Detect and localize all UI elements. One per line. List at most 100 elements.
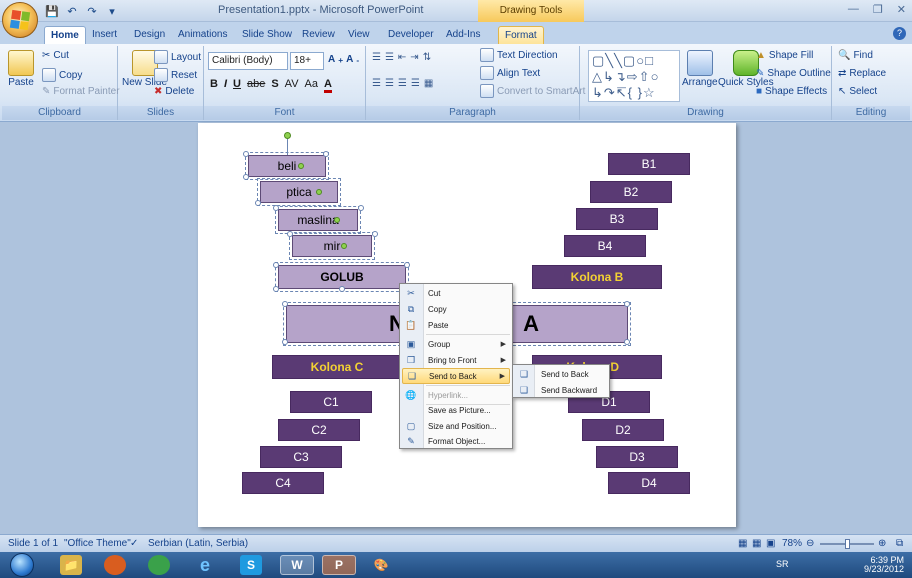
tab-animations[interactable]: Animations <box>172 26 233 44</box>
paint-icon[interactable]: 🎨 <box>364 555 398 575</box>
selection-handle[interactable] <box>273 286 279 292</box>
selection-handle[interactable] <box>372 231 378 237</box>
menu-item-paste[interactable]: 📋 Paste <box>402 317 510 333</box>
cut-button[interactable]: ✂ Cut <box>42 50 69 61</box>
menu-item-size-position[interactable]: ▢ Size and Position... <box>402 418 510 434</box>
shape-beli[interactable]: beli <box>245 152 329 180</box>
font-color-icon[interactable]: A <box>324 78 332 93</box>
tab-format[interactable]: Format <box>498 26 544 44</box>
reset-button[interactable]: Reset <box>154 68 197 82</box>
system-clock[interactable]: 6:39 PM 9/23/2012 <box>864 556 904 574</box>
undo-icon[interactable]: ↶ <box>64 3 80 19</box>
shape-adjust-handle[interactable] <box>316 189 322 195</box>
tab-design[interactable]: Design <box>128 26 171 44</box>
tab-developer[interactable]: Developer <box>382 26 440 44</box>
start-button[interactable] <box>10 553 34 577</box>
shape-kolona-b[interactable]: Kolona B <box>532 265 662 289</box>
rotation-handle[interactable] <box>284 132 291 139</box>
save-icon[interactable]: 💾 <box>44 3 60 19</box>
submenu-item-send-backward[interactable]: ❑ Send Backward <box>515 382 609 398</box>
shape-maslina[interactable]: maslina <box>275 206 361 234</box>
tab-slide-show[interactable]: Slide Show <box>236 26 298 44</box>
shape-ptica[interactable]: ptica <box>257 178 341 206</box>
word-icon[interactable]: W <box>280 555 314 575</box>
tab-home[interactable]: Home <box>44 26 86 44</box>
find-button[interactable]: 🔍 Find <box>838 50 873 61</box>
shapes-gallery[interactable]: ▢╲╲▢○□ △↳↴⇨⇧○ ↳↷↸{ }☆ <box>588 50 680 102</box>
selection-handle[interactable] <box>243 151 249 157</box>
shape-c2[interactable]: C2 <box>278 419 360 441</box>
shape-b1[interactable]: B1 <box>608 153 690 175</box>
normal-view-icon[interactable]: ▦ <box>738 538 747 549</box>
chrome-icon[interactable] <box>148 555 170 575</box>
menu-item-bring-to-front[interactable]: ❒ Bring to Front ▶ <box>402 352 510 368</box>
slideshow-view-icon[interactable]: ▣ <box>766 538 775 549</box>
align-text-button[interactable]: Align Text <box>480 66 540 80</box>
menu-item-group[interactable]: ▣ Group ▶ <box>402 336 510 352</box>
powerpoint-icon[interactable]: P <box>322 555 356 575</box>
selection-handle[interactable] <box>287 231 293 237</box>
selection-handle[interactable] <box>282 301 288 307</box>
underline-icon[interactable]: U <box>233 78 241 93</box>
zoom-out-icon[interactable]: ⊖ <box>806 538 814 549</box>
fit-window-icon[interactable]: ⧉ <box>896 538 903 549</box>
menu-item-cut[interactable]: ✂ Cut <box>402 285 510 301</box>
zoom-slider-thumb[interactable] <box>845 539 850 549</box>
shape-c1[interactable]: C1 <box>290 391 372 413</box>
grow-font-icon[interactable]: A + A- <box>328 54 359 65</box>
layout-button[interactable]: Layout <box>154 50 201 64</box>
align-icons[interactable]: ☰☰☰☰▦ <box>372 78 437 89</box>
minimize-icon[interactable]: — <box>848 3 859 16</box>
shape-d3[interactable]: D3 <box>596 446 678 468</box>
internet-explorer-icon[interactable]: e <box>194 555 216 575</box>
strikethrough-icon[interactable]: abe <box>247 78 265 93</box>
shape-c3[interactable]: C3 <box>260 446 342 468</box>
shape-adjust-handle[interactable] <box>298 163 304 169</box>
font-size-select[interactable]: 18+ <box>290 52 324 70</box>
change-case-icon[interactable]: Aa <box>305 78 318 93</box>
language-indicator[interactable]: SR <box>776 559 789 569</box>
tab-add-ins[interactable]: Add-Ins <box>440 26 486 44</box>
menu-item-save-as-picture[interactable]: Save as Picture... <box>402 402 510 418</box>
selection-handle[interactable] <box>273 205 279 211</box>
office-button[interactable] <box>2 2 38 38</box>
selection-handle[interactable] <box>624 339 630 345</box>
selection-handle[interactable] <box>273 262 279 268</box>
selection-handle[interactable] <box>624 301 630 307</box>
select-button[interactable]: ↖ Select <box>838 86 877 97</box>
menu-item-format-object[interactable]: ✎ Format Object... <box>402 433 510 449</box>
menu-item-hyperlink[interactable]: 🌐 Hyperlink... <box>402 387 510 403</box>
selection-handle[interactable] <box>339 286 345 292</box>
selection-handle[interactable] <box>404 262 410 268</box>
shape-effects-button[interactable]: ■ Shape Effects <box>756 86 827 97</box>
shape-mir[interactable]: mir <box>289 232 375 260</box>
arrange-button[interactable]: Arrange <box>682 50 718 88</box>
shape-c4[interactable]: C4 <box>242 472 324 494</box>
customize-icon[interactable]: ▾ <box>104 3 120 19</box>
shape-outline-button[interactable]: ✎ Shape Outline <box>756 68 831 79</box>
selection-handle[interactable] <box>358 205 364 211</box>
shape-d2[interactable]: D2 <box>582 419 664 441</box>
shape-fill-button[interactable]: ▲ Shape Fill <box>756 50 813 61</box>
shape-adjust-handle[interactable] <box>334 217 340 223</box>
shape-b4[interactable]: B4 <box>564 235 646 257</box>
shape-d4[interactable]: D4 <box>608 472 690 494</box>
redo-icon[interactable]: ↷ <box>84 3 100 19</box>
zoom-in-icon[interactable]: ⊕ <box>878 538 886 549</box>
language[interactable]: Serbian (Latin, Serbia) <box>148 538 248 549</box>
bold-icon[interactable]: B <box>210 78 218 93</box>
shape-adjust-handle[interactable] <box>341 243 347 249</box>
close-icon[interactable]: ✕ <box>897 3 906 16</box>
copy-button[interactable]: Copy <box>42 68 82 82</box>
skype-icon[interactable]: S <box>240 555 262 575</box>
char-spacing-icon[interactable]: AV <box>285 78 299 93</box>
selection-handle[interactable] <box>282 339 288 345</box>
selection-handle[interactable] <box>255 200 261 206</box>
replace-button[interactable]: ⇄ Replace <box>838 68 886 79</box>
delete-button[interactable]: ✖ Delete <box>154 86 194 97</box>
menu-item-send-to-back[interactable]: ❑ Send to Back ▶ <box>402 368 510 384</box>
selection-handle[interactable] <box>243 174 249 180</box>
zoom-level[interactable]: 78% <box>782 538 802 549</box>
italic-icon[interactable]: I <box>224 78 227 93</box>
tab-review[interactable]: Review <box>296 26 341 44</box>
